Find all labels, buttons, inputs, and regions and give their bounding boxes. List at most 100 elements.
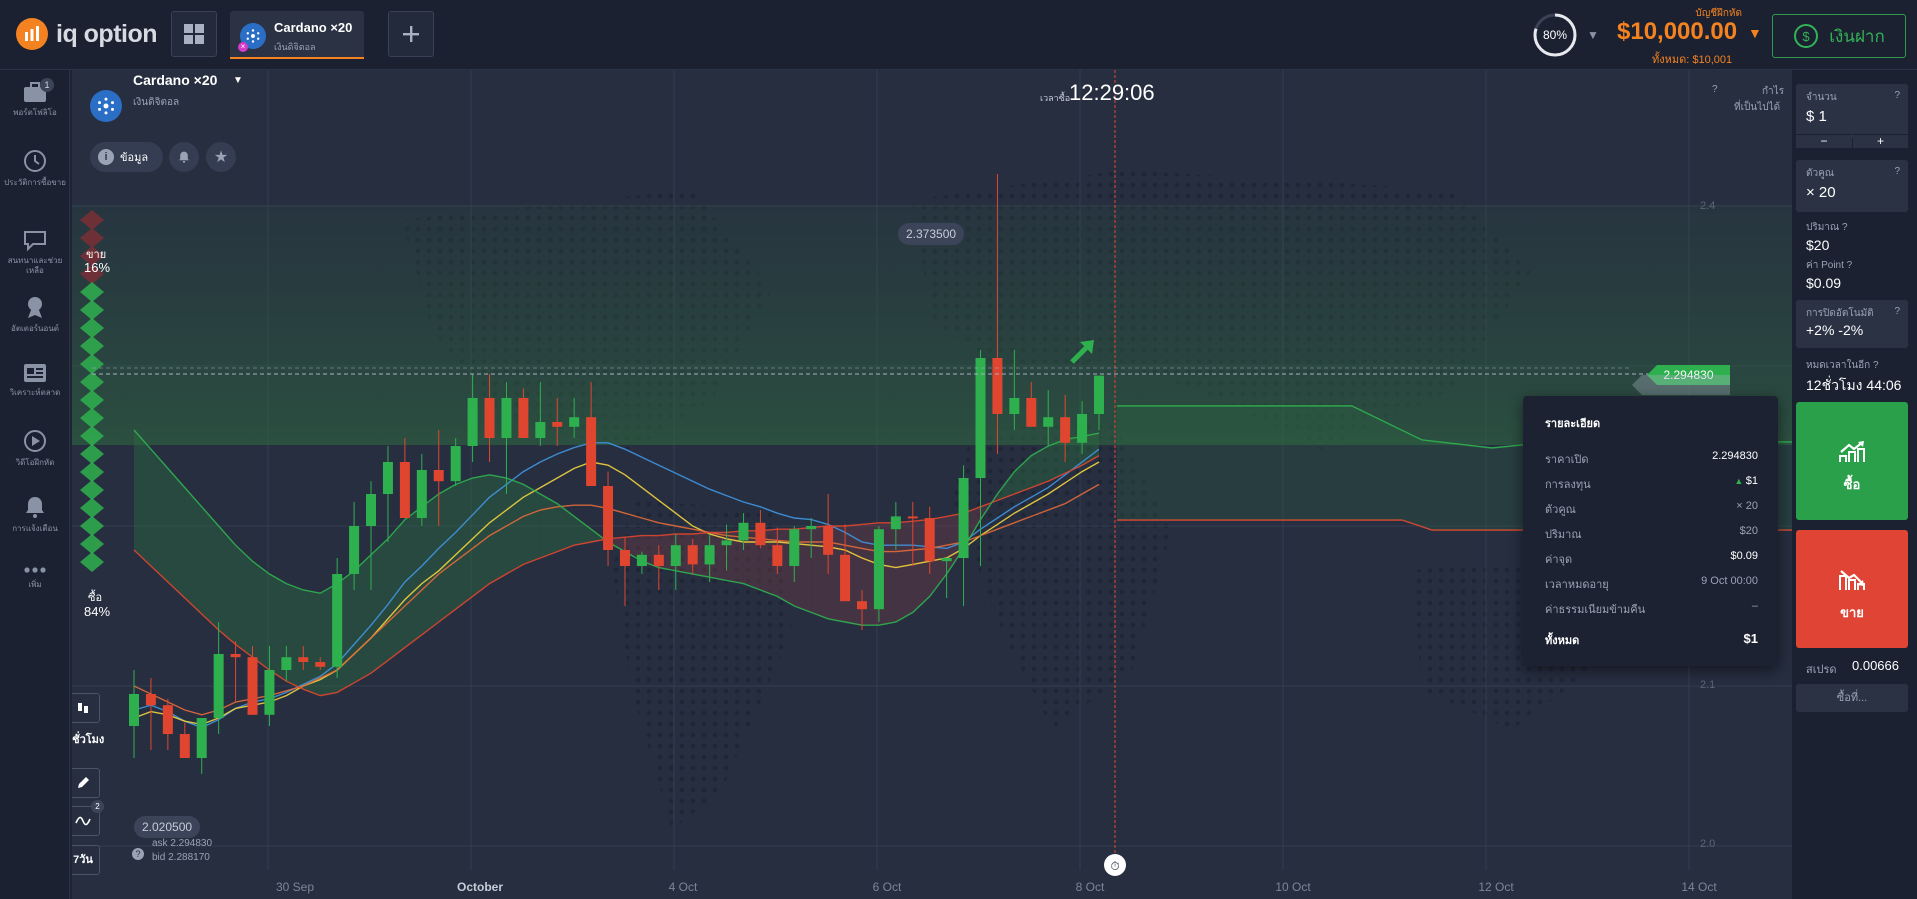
sidebar-item-videos[interactable]: วิดีโอฝึกหัด <box>0 428 70 468</box>
chart-asset-name[interactable]: Cardano ×20 <box>133 72 217 88</box>
cloud-segment <box>455 478 473 610</box>
sidebar-item-more[interactable]: เพิ่ม <box>0 564 70 590</box>
balance-value[interactable]: $10,000.00 <box>1617 18 1737 46</box>
candle-body <box>890 516 901 530</box>
portfolio-badge: 1 <box>40 78 54 92</box>
candle-body <box>941 558 952 562</box>
cloud-segment <box>404 506 422 648</box>
chart-asset-type: เงินดิจิตอล <box>133 97 180 108</box>
chart-asset-icon <box>90 90 122 122</box>
amount-field[interactable]: จำนวน ? $ 1 <box>1796 84 1908 138</box>
sidebar-item-alerts[interactable]: การแจ้งเตือน <box>0 494 70 534</box>
alert-button[interactable] <box>169 142 199 172</box>
candle-body <box>704 545 715 565</box>
buy-button[interactable]: ซื้อ <box>1796 402 1908 520</box>
candle-body <box>1009 398 1020 414</box>
period-button[interactable]: 4ชั่วโมง <box>72 730 104 754</box>
candle-body <box>806 526 817 530</box>
multiplier-value: × 20 <box>1806 184 1836 201</box>
sidebar-item-label: ประวัติการซื้อขาย <box>4 178 66 187</box>
draw-tools-button[interactable] <box>72 768 100 798</box>
history-icon <box>24 150 46 172</box>
candle-body <box>433 470 444 482</box>
sentiment-chevron <box>80 444 104 464</box>
sell-button[interactable]: ขาย <box>1796 530 1908 648</box>
indicators-button[interactable]: 2 <box>72 800 104 836</box>
x-tick-label: 4 Oct <box>668 880 698 894</box>
sentiment-chevron <box>80 552 104 572</box>
candle-body <box>552 422 563 427</box>
candle-body <box>823 526 834 555</box>
deposit-button[interactable]: $ เงินฝาก <box>1772 14 1906 58</box>
amount-value[interactable]: $ 1 <box>1806 108 1827 125</box>
info-button[interactable]: i ข้อมูล <box>90 142 163 172</box>
sidebar-item-analysis[interactable]: วิเคราะห์ตลาด <box>0 362 70 398</box>
chart-type-button[interactable] <box>72 693 100 723</box>
high-price-label: 2.373500 <box>898 223 965 245</box>
candle-body <box>653 554 664 566</box>
cloud-segment <box>252 561 270 670</box>
help-icon[interactable]: ? <box>1894 166 1900 177</box>
x-tick-label: 10 Oct <box>1275 880 1311 894</box>
up-arrow-icon: ▲ <box>1734 476 1746 486</box>
sidebar-item-label: การแจ้งเตือน <box>12 524 58 533</box>
help-icon[interactable]: ? <box>1894 306 1900 317</box>
range-button[interactable]: 7วัน <box>72 845 100 875</box>
brand-name: iq option <box>56 19 158 48</box>
cloud-segment <box>540 494 558 558</box>
help-icon[interactable]: ? <box>132 848 144 860</box>
candle-body <box>907 516 918 519</box>
chart-asset-chevron-icon[interactable]: ▼ <box>233 75 243 86</box>
candle-body <box>1077 414 1088 443</box>
sentiment-chevron <box>80 480 104 500</box>
buy-label: ซื้อ <box>1843 477 1861 492</box>
chevron-down-icon[interactable]: ▼ <box>1587 28 1599 42</box>
buy-at-button[interactable]: ซื้อที่... <box>1796 684 1908 712</box>
logo[interactable]: iq option <box>16 18 158 50</box>
deposit-label: เงินฝาก <box>1829 26 1885 46</box>
amount-plus-button[interactable]: + <box>1853 134 1908 148</box>
cloud-segment <box>218 526 236 645</box>
sidebar-item-chat[interactable]: สนทนาและช่วยเหลือ <box>0 228 70 276</box>
candle-body <box>738 522 749 541</box>
sidebar-item-label: เพิ่ม <box>28 580 42 589</box>
autoclose-field[interactable]: การปิดอัตโนมัติ ? +2% -2% <box>1796 300 1908 348</box>
dollar-circle-icon: $ <box>1794 24 1819 48</box>
add-asset-button[interactable] <box>388 11 434 57</box>
sidebar-item-portfolio[interactable]: 1 พอร์ตโฟลิโอ <box>0 78 70 118</box>
spread-label: สเปรด <box>1806 664 1837 676</box>
help-icon[interactable]: ? <box>1842 222 1848 233</box>
asset-tab[interactable]: × Cardano ×20 เงินดิจิตอล <box>230 11 364 59</box>
candle-body <box>586 417 597 486</box>
candle-body <box>789 529 800 566</box>
candle-body <box>382 462 393 494</box>
candle-body <box>349 526 360 574</box>
help-icon[interactable]: ? <box>1847 260 1853 271</box>
help-icon[interactable]: ? <box>1873 360 1879 371</box>
sidebar-item-tournaments[interactable]: อัตเตอร์นอนต์ <box>0 294 70 334</box>
detail-title: รายละเอียด <box>1545 418 1601 430</box>
balance-chevron-icon[interactable]: ▼ <box>1748 25 1762 41</box>
candle-body <box>636 554 647 566</box>
candle-body <box>1043 417 1054 427</box>
help-icon[interactable]: ? <box>1712 84 1726 98</box>
candle-body <box>687 545 698 565</box>
candle-body <box>145 694 156 706</box>
cloud-segment <box>895 521 913 622</box>
multiplier-field[interactable]: ตัวคูณ ? × 20 <box>1796 160 1908 212</box>
help-icon[interactable]: ? <box>1894 90 1900 101</box>
trophy-icon <box>28 297 42 318</box>
candles-icon <box>78 703 88 713</box>
expire-info: หมดเวลาในอีก ? 12ชั่วโมง 44:06 <box>1806 358 1901 397</box>
favorite-button[interactable]: ★ <box>206 142 236 172</box>
grid-menu-button[interactable] <box>171 11 217 57</box>
amount-label: จำนวน <box>1806 92 1837 103</box>
detail-row: ค่าธรรมเนียมข้ามคืน – <box>1545 600 1758 616</box>
sidebar: 1 พอร์ตโฟลิโอ ประวัติการซื้อขาย สนทนาและ… <box>0 70 70 899</box>
sidebar-item-history[interactable]: ประวัติการซื้อขาย <box>0 148 70 188</box>
candle-body <box>958 478 969 558</box>
multiplier-badge-icon: × <box>238 42 248 52</box>
candle-body <box>315 662 326 667</box>
amount-minus-button[interactable]: − <box>1796 134 1852 148</box>
time-label: เวลาซื้อ <box>1040 93 1071 103</box>
